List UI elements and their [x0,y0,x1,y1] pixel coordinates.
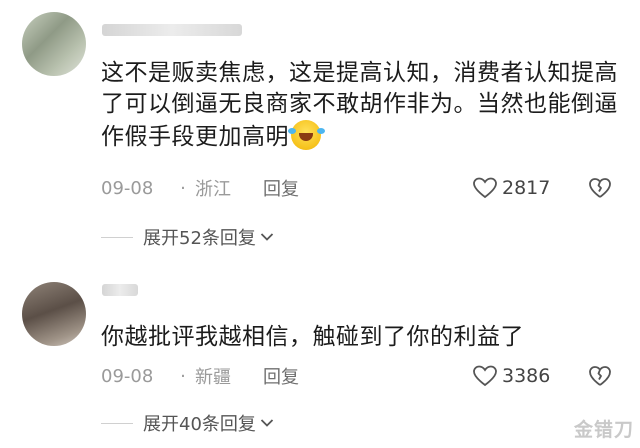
like-count: 2817 [502,177,551,199]
divider [101,236,133,238]
meta-separator: · [180,177,186,199]
broken-heart-icon [589,366,611,386]
chevron-down-icon [260,419,274,427]
rolling-laughing-emoji-icon [288,120,321,150]
comment-date: 09-08 [101,365,154,387]
dislike-button[interactable] [588,364,612,388]
like-button[interactable]: 2817 [472,176,550,200]
blurred-username[interactable] [102,24,242,36]
like-count: 3386 [502,365,551,387]
comment-location: 浙江 [195,179,231,200]
reply-button[interactable]: 回复 [263,175,299,201]
meta-separator: · [180,365,186,387]
like-button[interactable]: 3386 [472,364,550,388]
expand-replies-label: 展开40条回复 [143,414,256,435]
divider [101,422,133,424]
reply-button[interactable]: 回复 [263,363,299,389]
blurred-username[interactable] [102,284,138,296]
comment-text: 你越批评我越相信，触碰到了你的利益了 [101,324,524,350]
comment-meta: 09-08 · 新疆 回复 [101,363,299,389]
heart-icon [473,177,497,199]
avatar[interactable] [22,282,86,346]
comment-meta: 09-08 · 浙江 回复 [101,175,299,201]
comment-text: 这不是贩卖焦虑，这是提高认知，消费者认知提高了可以倒逼无良商家不敢胡作非为。当然… [101,60,618,150]
expand-replies-button[interactable]: 展开52条回复 [101,225,274,249]
dislike-button[interactable] [588,176,612,200]
comment-date: 09-08 [101,177,154,199]
avatar[interactable] [22,12,86,76]
chevron-down-icon [260,233,274,241]
broken-heart-icon [589,178,611,198]
watermark-logo: 金错刀 [573,419,634,441]
expand-replies-button[interactable]: 展开40条回复 [101,411,274,435]
comment-location: 新疆 [195,367,231,388]
heart-icon [473,365,497,387]
expand-replies-label: 展开52条回复 [143,228,256,249]
